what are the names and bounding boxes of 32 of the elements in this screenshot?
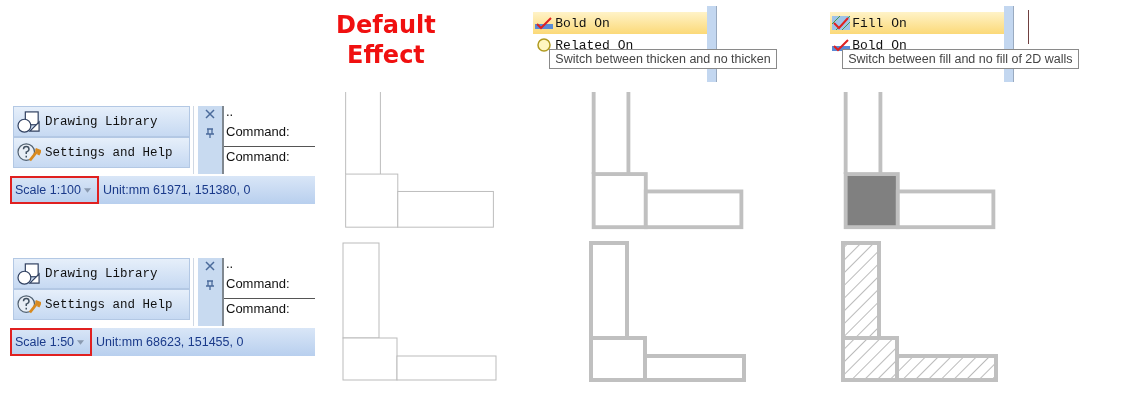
pin-icon[interactable]: [205, 128, 215, 138]
console-line: ..: [225, 106, 235, 121]
check-icon: [535, 16, 554, 30]
shapes-icon: [17, 262, 41, 285]
status-text: Unit:mm 68623, 151455, 0: [96, 335, 244, 349]
console-line: Command:: [224, 298, 315, 319]
console-line: Command:: [224, 146, 315, 167]
help-wrench-icon: [17, 293, 41, 316]
console-line: ..: [225, 258, 235, 273]
shapes-icon: [17, 110, 41, 133]
scale-dropdown[interactable]: Scale 1:50: [10, 328, 93, 356]
ribbon-button[interactable]: Drawing Library: [13, 106, 190, 137]
tooltip: Switch between thicken and no thicken: [549, 49, 777, 69]
ribbon-button[interactable]: Settings and Help: [13, 137, 190, 168]
tooltip: Switch between fill and no fill of 2D walls: [842, 49, 1079, 69]
menu-item[interactable]: Fill On: [830, 12, 1005, 34]
caret-icon: [84, 187, 92, 193]
default-effect-heading: Default Effect: [335, 10, 437, 71]
status-text: Unit:mm 61971, 151380, 0: [103, 183, 251, 197]
close-icon[interactable]: [205, 109, 215, 119]
pin-icon[interactable]: [205, 280, 215, 290]
ribbon-button[interactable]: Settings and Help: [13, 289, 190, 320]
help-wrench-icon: [17, 141, 41, 164]
bulb-icon: [535, 38, 554, 52]
console-line: Command:: [225, 123, 291, 141]
menu-item[interactable]: Bold On: [533, 12, 708, 34]
caret-icon: [77, 339, 85, 345]
close-icon[interactable]: [205, 261, 215, 271]
scale-dropdown[interactable]: Scale 1:100: [10, 176, 100, 204]
hatch-check-icon: [832, 16, 851, 30]
ribbon-button[interactable]: Drawing Library: [13, 258, 190, 289]
console-line: Command:: [225, 275, 291, 293]
